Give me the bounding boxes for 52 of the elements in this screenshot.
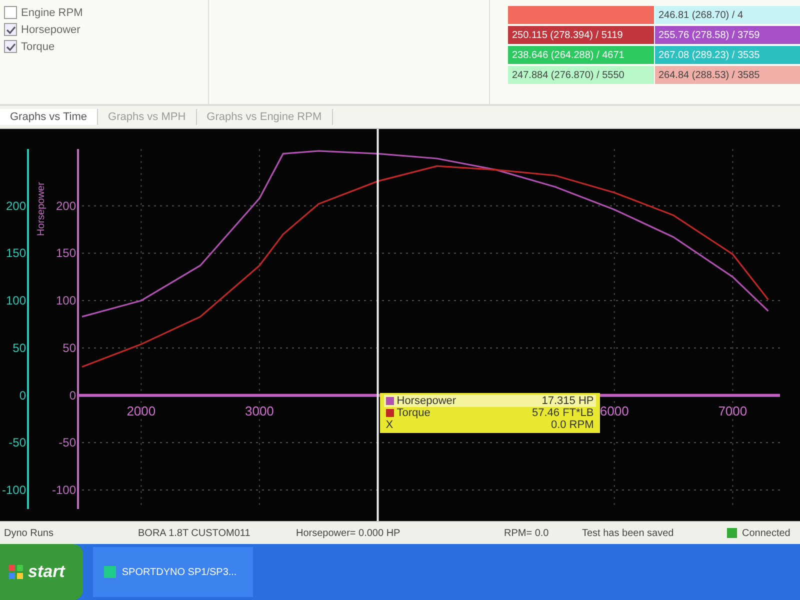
result-cell: 250.115 (278.394) / 5119	[508, 26, 654, 44]
axis-tick-label: 200	[6, 198, 26, 213]
axis-tick-label: 150	[56, 246, 76, 260]
readout-label: Horsepower	[396, 395, 456, 407]
result-cell: 246.81 (268.70) / 4	[654, 6, 800, 24]
graph-tab[interactable]: Graphs vs Time	[0, 109, 98, 125]
axis-tick-label: -50	[8, 436, 26, 450]
axis-title: Horsepower	[36, 182, 47, 236]
checkbox[interactable]	[4, 6, 17, 19]
axis-tick-label: 50	[62, 340, 76, 355]
status-text: Dyno Runs	[3, 528, 54, 538]
axis-tick-label: 150	[6, 246, 26, 260]
axis-tick-label: 100	[56, 294, 76, 308]
start-button[interactable]: start	[0, 544, 83, 600]
result-cell: 264.84 (288.53) / 3585	[654, 66, 800, 84]
checkbox-option[interactable]: Horsepower	[4, 23, 204, 36]
axis-tick-label: 100	[6, 294, 26, 308]
status-text: Horsepower= 0.000 HP	[295, 528, 402, 538]
axis-tick-label: 3000	[245, 403, 274, 418]
windows-logo-icon	[8, 564, 24, 580]
series-swatch-icon	[386, 397, 394, 405]
app-icon	[102, 565, 117, 579]
connection-status: Connected	[726, 527, 790, 539]
readout-label: X	[386, 419, 394, 431]
axis-tick-label: 6000	[600, 403, 629, 418]
readout-value: 17.315 HP	[542, 395, 594, 407]
result-cell: 255.76 (278.58) / 3759	[654, 26, 800, 44]
readout-value: 0.0 RPM	[550, 419, 594, 431]
axis-tick-label: -50	[58, 436, 76, 450]
checkbox[interactable]	[4, 40, 17, 53]
axis-tick-label: -100	[52, 483, 76, 498]
result-cell: 247.884 (276.870) / 5550	[508, 66, 654, 84]
series-swatch-icon	[386, 409, 394, 417]
readout-label: Torque	[396, 407, 430, 419]
axis-tick-label: 0	[69, 388, 76, 402]
status-text: Test has been saved	[581, 528, 675, 538]
checkbox[interactable]	[4, 23, 17, 36]
axis-tick-label: 7000	[718, 403, 748, 418]
checkbox-option[interactable]: Engine RPM	[4, 6, 204, 19]
cursor-line[interactable]	[376, 129, 379, 521]
axis-tick-label: 0	[19, 388, 26, 402]
status-text: BORA 1.8T CUSTOM011	[137, 528, 252, 538]
result-cell: 238.646 (264.288) / 4671	[508, 46, 654, 64]
axis-tick-label: -100	[2, 483, 26, 498]
axis-tick-label: 50	[12, 340, 26, 355]
taskbar-button[interactable]: SPORTDYNO SP1/SP3...	[92, 547, 253, 597]
readout-value: 57.46 FT*LB	[532, 407, 594, 419]
status-text: RPM= 0.0	[503, 528, 550, 538]
axis-tick-label: 200	[56, 198, 76, 213]
axis-tick-label: 2000	[126, 403, 156, 418]
checkbox-option[interactable]: Torque	[4, 40, 204, 53]
result-cell: 267.08 (289.23) / 3535	[654, 46, 800, 64]
